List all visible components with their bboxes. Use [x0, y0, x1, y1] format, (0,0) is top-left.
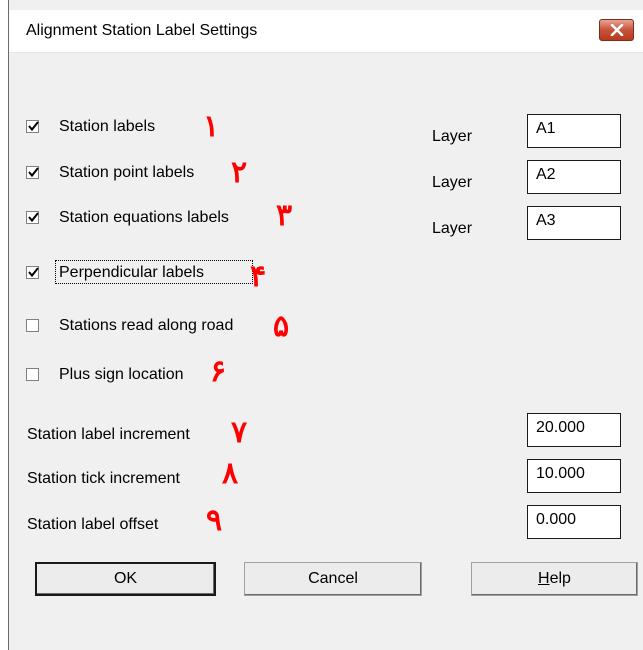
marker-8: ٨ — [222, 457, 239, 490]
layer-input-2[interactable]: A2 — [527, 160, 621, 194]
stations-read-along-road-label[interactable]: Stations read along road — [59, 317, 233, 335]
marker-6: ۶ — [210, 355, 227, 388]
perpendicular-labels-checkbox[interactable] — [26, 266, 39, 279]
cancel-button[interactable]: Cancel — [244, 562, 422, 596]
help-button[interactable]: Help — [471, 562, 638, 596]
close-button[interactable] — [599, 19, 634, 41]
station-tick-increment-label: Station tick increment — [27, 470, 180, 487]
station-label-offset-label: Station label offset — [27, 516, 159, 533]
dialog-title: Alignment Station Label Settings — [26, 22, 258, 39]
layer-input-3[interactable]: A3 — [527, 206, 621, 240]
stations-read-along-road-checkbox[interactable] — [26, 319, 39, 332]
title-bar[interactable]: Alignment Station Label Settings — [9, 10, 643, 53]
station-labels-label[interactable]: Station labels — [59, 118, 155, 136]
close-icon — [610, 24, 624, 36]
station-point-labels-label[interactable]: Station point labels — [59, 164, 194, 182]
marker-5: ۵ — [273, 310, 290, 343]
marker-9: ٩ — [206, 504, 223, 537]
station-point-labels-checkbox[interactable] — [26, 166, 39, 179]
alignment-station-label-settings-dialog: Alignment Station Label Settings Station… — [9, 0, 643, 650]
marker-7: ٧ — [231, 416, 248, 449]
layer-input-1[interactable]: A1 — [527, 114, 621, 148]
marker-2: ٢ — [231, 156, 248, 189]
station-equations-labels-label[interactable]: Station equations labels — [59, 209, 229, 227]
marker-4: ۴ — [250, 260, 267, 293]
station-label-offset-input[interactable]: 0.000 — [527, 505, 621, 539]
station-label-increment-label: Station label increment — [27, 426, 190, 443]
layer-label-3: Layer — [432, 220, 473, 237]
station-label-increment-input[interactable]: 20.000 — [527, 413, 621, 447]
station-labels-checkbox[interactable] — [26, 120, 39, 133]
plus-sign-location-label[interactable]: Plus sign location — [59, 366, 184, 384]
station-equations-labels-checkbox[interactable] — [26, 211, 39, 224]
ok-button[interactable]: OK — [35, 562, 216, 596]
station-tick-increment-input[interactable]: 10.000 — [527, 459, 621, 493]
layer-label-1: Layer — [432, 128, 473, 145]
layer-label-2: Layer — [432, 174, 473, 191]
marker-1: ١ — [203, 110, 220, 143]
perpendicular-labels-label[interactable]: Perpendicular labels — [59, 264, 204, 282]
plus-sign-location-checkbox[interactable] — [26, 368, 39, 381]
marker-3: ٣ — [276, 199, 293, 232]
